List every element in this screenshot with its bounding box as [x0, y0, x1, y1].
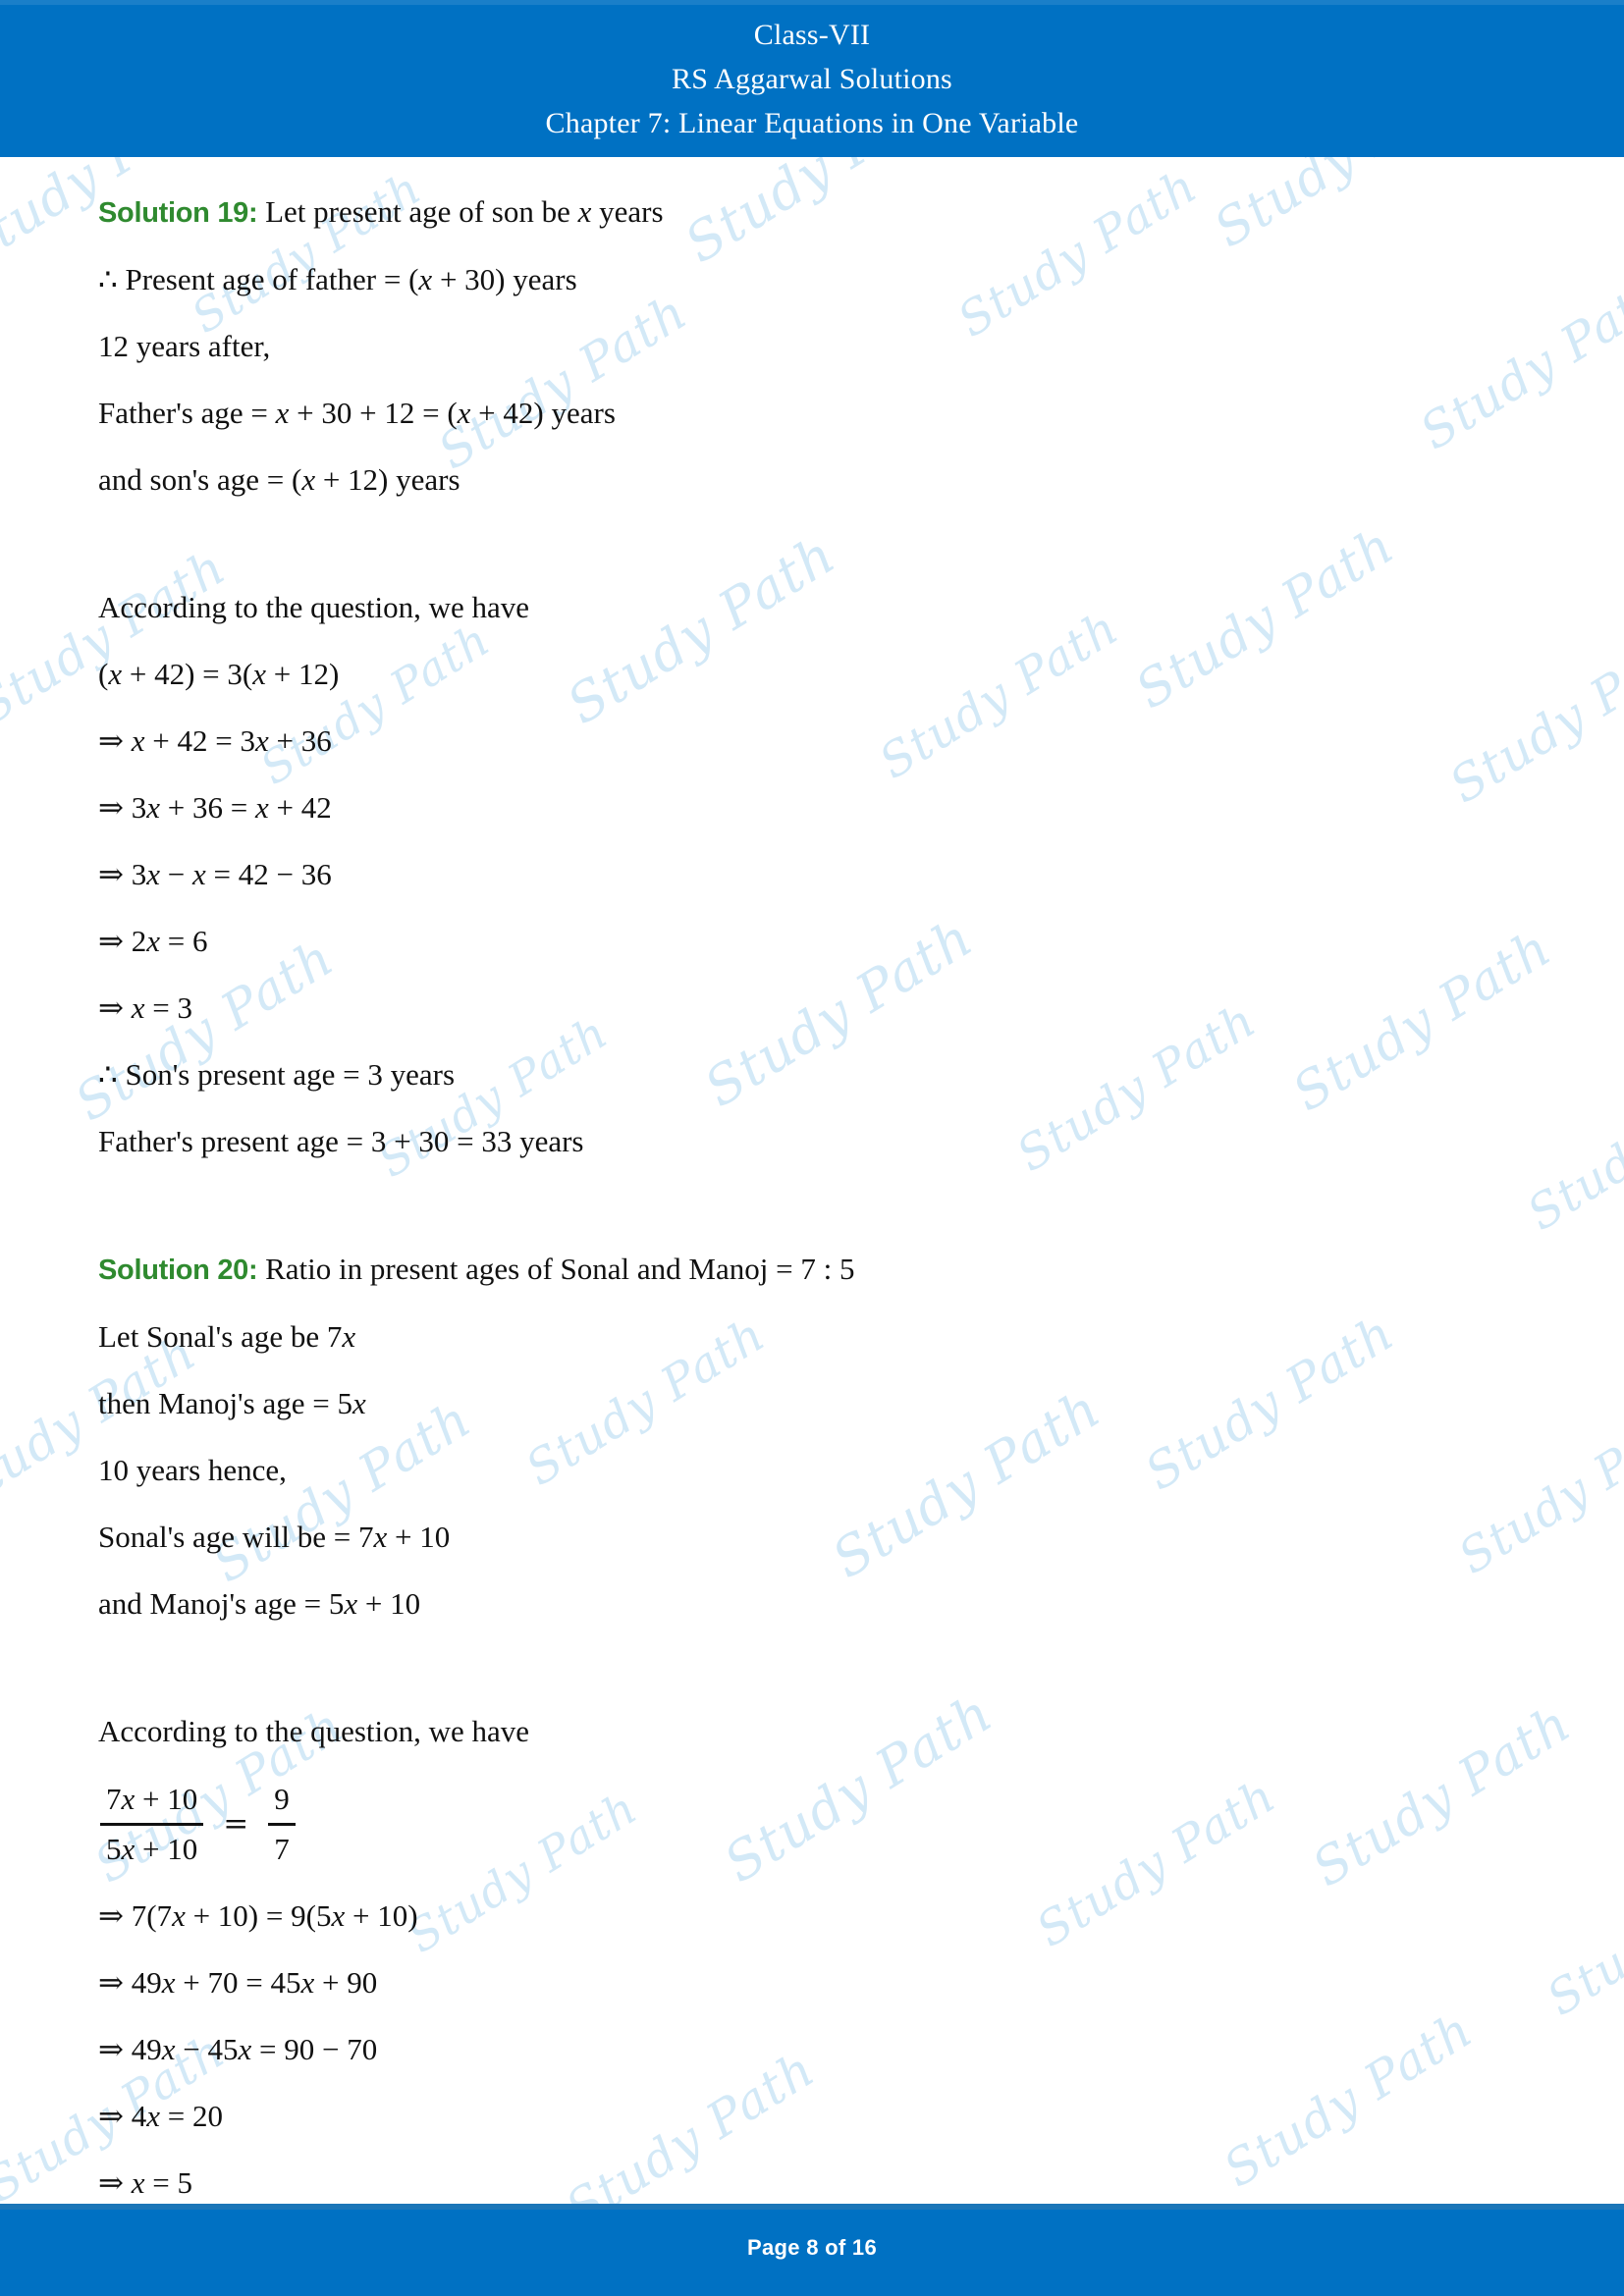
- fraction-right: 9 7: [268, 1776, 296, 1873]
- solutions-content: Solution 19: Let present age of son be x…: [0, 157, 1624, 2204]
- solution-19-line: and son's age = (x + 12) years: [98, 462, 460, 497]
- solution-20-label: Solution 20:: [98, 1255, 258, 1286]
- solution-20-line: ⇒ 4x = 20: [98, 2099, 223, 2133]
- page-footer: Page 8 of 16: [0, 2204, 1624, 2296]
- fraction-equals-sign: =: [223, 1806, 249, 1842]
- solution-19-line: ⇒ 2x = 6: [98, 924, 208, 958]
- solution-19-blank-line: [98, 513, 1526, 574]
- solution-19-line: ∴ Son's present age = 3 years: [98, 1057, 456, 1092]
- header-class-title: Class-VII: [753, 19, 871, 51]
- solution-20-line: ⇒ 7(7x + 10) = 9(5x + 10): [98, 1898, 418, 1933]
- solution-19-line: According to the question, we have: [98, 590, 530, 624]
- solution-20-line: ⇒ 49x + 70 = 45x + 90: [98, 1965, 378, 2000]
- fraction-equation: 7x + 10 5x + 10 = 9 7: [98, 1765, 1526, 1883]
- solution-20-line: Sonal's age will be = 7x + 10: [98, 1520, 451, 1554]
- page-header: Class-VII RS Aggarwal Solutions Chapter …: [0, 0, 1624, 157]
- solution-20-line-0: Ratio in present ages of Sonal and Manoj…: [265, 1252, 855, 1286]
- solution-19-first-line: Solution 19: Let present age of son be x…: [98, 179, 1526, 246]
- solution-19-line: ⇒ x = 3: [98, 990, 192, 1025]
- solution-20-line: Let Sonal's age be 7x: [98, 1319, 356, 1354]
- solution-19-line: ⇒ 3x − x = 42 − 36: [98, 857, 332, 891]
- solution-20-line: 10 years hence,: [98, 1453, 287, 1487]
- fraction-right-numerator: 9: [274, 1781, 290, 1816]
- solution-20-line: According to the question, we have: [98, 1714, 530, 1748]
- header-chapter-title: Chapter 7: Linear Equations in One Varia…: [545, 107, 1079, 139]
- fraction-right-denominator: 7: [274, 1831, 290, 1866]
- solution-20-line: and Manoj's age = 5x + 10: [98, 1586, 421, 1621]
- solution-19-line-0: Let present age of son be x years: [265, 194, 664, 229]
- fraction-left-numerator: 7x + 10: [106, 1781, 198, 1816]
- fraction-left-denominator: 5x + 10: [106, 1831, 198, 1866]
- solution-19-line: (x + 42) = 3(x + 12): [98, 657, 340, 691]
- solution-19-line: Father's age = x + 30 + 12 = (x + 42) ye…: [98, 396, 616, 430]
- solution-19-label: Solution 19:: [98, 197, 258, 229]
- solution-20-line: then Manoj's age = 5x: [98, 1386, 366, 1420]
- fraction-left: 7x + 10 5x + 10: [100, 1776, 204, 1873]
- solution-19-line: ∴ Present age of father = (x + 30) years: [98, 262, 577, 296]
- solution-19-line: 12 years after,: [98, 329, 271, 363]
- solution-19-line: Father's present age = 3 + 30 = 33 years: [98, 1124, 584, 1158]
- solution-20-line: ⇒ 49x − 45x = 90 − 70: [98, 2032, 378, 2066]
- page-number-label: Page 8 of 16: [747, 2235, 877, 2260]
- solution-20-blank-line: [98, 1637, 1526, 1698]
- header-book-title: RS Aggarwal Solutions: [672, 63, 952, 95]
- document-page: Study Path Study Path Study Path Study P…: [0, 0, 1624, 2296]
- solution-20-first-line: Solution 20: Ratio in present ages of So…: [98, 1236, 1526, 1304]
- solution-19-line: ⇒ x + 42 = 3x + 36: [98, 723, 332, 758]
- solution-19-line: ⇒ 3x + 36 = x + 42: [98, 790, 332, 825]
